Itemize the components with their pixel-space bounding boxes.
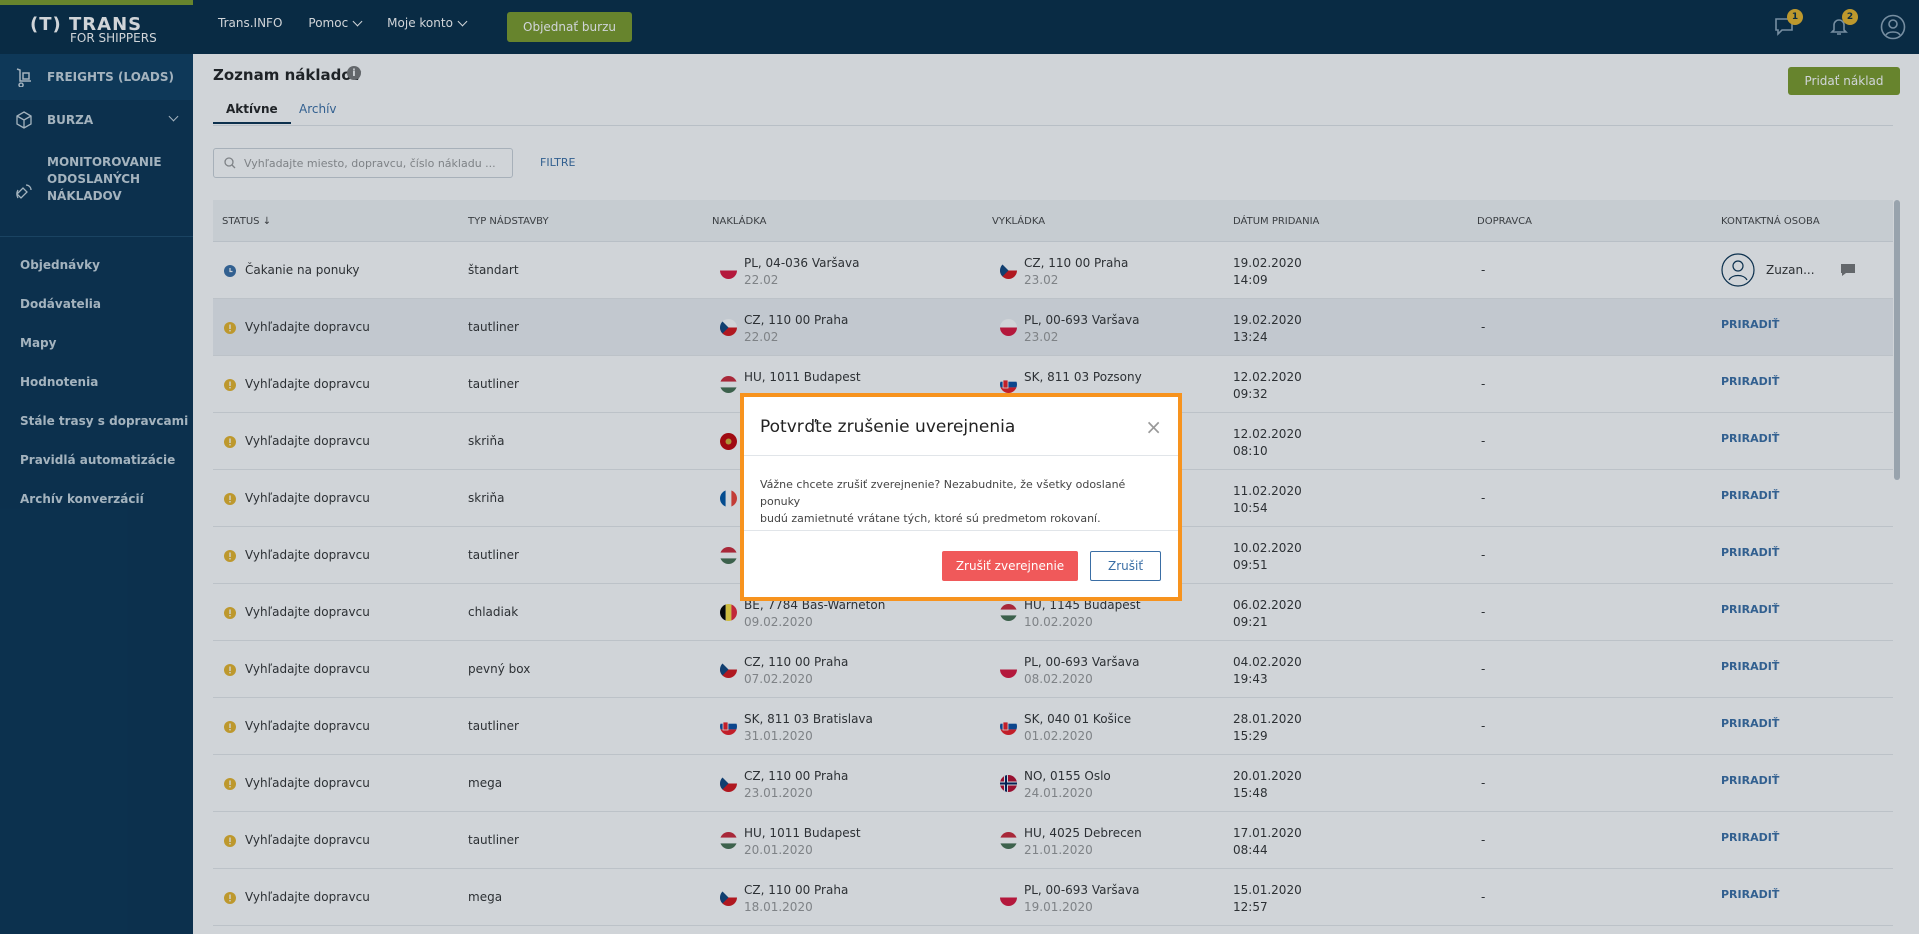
- confirm-unpublish-dialog: Potvrďte zrušenie uverejnenia × Vážne ch…: [740, 393, 1182, 601]
- close-icon[interactable]: ×: [1145, 415, 1162, 439]
- cancel-button[interactable]: Zrušiť: [1090, 551, 1161, 581]
- dialog-message-line1: Vážne chcete zrušiť zverejnenie? Nezabud…: [760, 478, 1126, 508]
- dialog-body: Vážne chcete zrušiť zverejnenie? Nezabud…: [744, 456, 1178, 531]
- dialog-header: Potvrďte zrušenie uverejnenia ×: [744, 397, 1178, 456]
- dialog-footer: Zrušiť zverejnenie Zrušiť: [744, 531, 1178, 597]
- dialog-message-line2: budú zamietnuté vrátane tých, ktoré sú p…: [760, 512, 1101, 525]
- confirm-unpublish-button[interactable]: Zrušiť zverejnenie: [942, 551, 1078, 581]
- dialog-title: Potvrďte zrušenie uverejnenia: [760, 417, 1016, 437]
